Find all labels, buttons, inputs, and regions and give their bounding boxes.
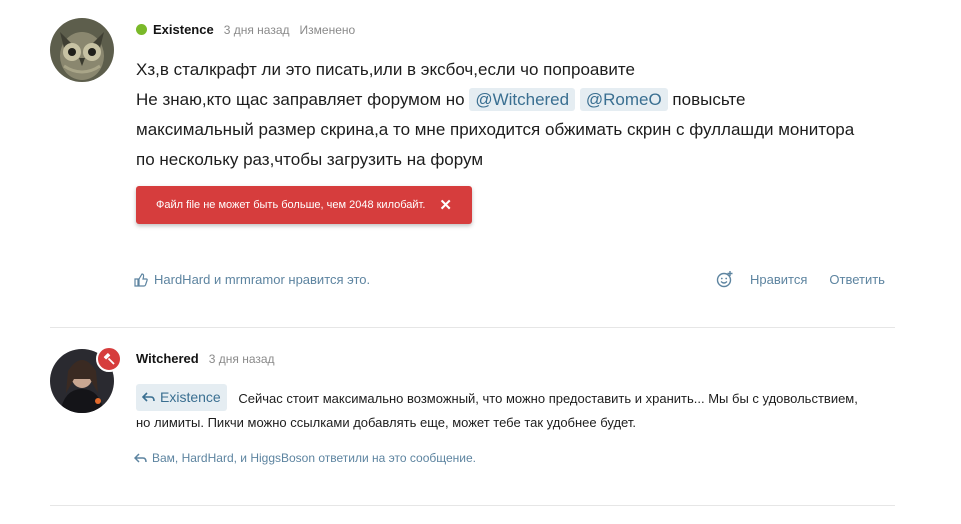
mention-witchered[interactable]: @Witchered	[469, 88, 576, 111]
thumbs-up-icon	[134, 272, 148, 287]
owl-avatar-image	[50, 18, 114, 82]
post-actions: Нравится Ответить	[716, 270, 885, 288]
post-line: Хз,в сталкрафт ли это писать,или в эксбо…	[136, 60, 635, 79]
replies-summary: Вам, HardHard, и HiggsBoson ответили на …	[134, 451, 476, 465]
author-name[interactable]: Existence	[153, 22, 214, 37]
hammer-icon	[103, 353, 115, 365]
online-status-icon	[136, 24, 147, 35]
like-button[interactable]: Нравится	[750, 272, 807, 287]
edited-link[interactable]: Изменено	[300, 23, 356, 37]
reply-arrow-icon	[134, 452, 147, 463]
post-body: Хз,в сталкрафт ли это писать,или в эксбо…	[136, 55, 854, 175]
post-divider	[50, 327, 895, 328]
author-name[interactable]: Witchered	[136, 351, 199, 366]
moderator-badge	[96, 346, 122, 372]
post-text: Не знаю,кто щас заправляет форумом но	[136, 90, 465, 109]
post-text: повысьте	[672, 90, 746, 109]
post-time[interactable]: 3 дня назад	[209, 352, 275, 366]
post-line: по нескольку раз,чтобы загрузить на фору…	[136, 150, 484, 169]
post-time[interactable]: 3 дня назад	[224, 23, 290, 37]
post-body: Existence Сейчас стоит максимально возмо…	[136, 384, 906, 434]
post-header: Witchered 3 дня назад	[136, 351, 285, 366]
close-icon[interactable]: ✕	[439, 198, 452, 213]
quote-author: Existence	[160, 389, 221, 405]
mention-romeo[interactable]: @RomeO	[579, 88, 668, 111]
reply-arrow-icon	[142, 392, 155, 402]
post-divider	[50, 505, 895, 506]
upload-error-notice: Файл file не может быть больше, чем 2048…	[136, 186, 472, 224]
avatar-existence[interactable]	[50, 18, 114, 82]
error-message: Файл file не может быть больше, чем 2048…	[155, 199, 426, 211]
likes-summary: HardHard и mrmramor нравится это.	[134, 272, 370, 287]
post-header: Existence 3 дня назад Изменено	[136, 22, 365, 37]
post-line: Existence Сейчас стоит максимально возмо…	[136, 384, 906, 411]
reply-button[interactable]: Ответить	[829, 272, 885, 287]
post-text: Сейчас стоит максимально возможный, что …	[238, 391, 858, 406]
quote-reference[interactable]: Existence	[136, 384, 227, 411]
replies-text[interactable]: Вам, HardHard, и HiggsBoson ответили на …	[152, 451, 476, 465]
likes-text[interactable]: HardHard и mrmramor нравится это.	[154, 272, 370, 287]
add-reaction-icon[interactable]	[716, 270, 734, 288]
post-line: Не знаю,кто щас заправляет форумом но @W…	[136, 85, 854, 115]
post-line: но лимиты. Пикчи можно ссылками добавлят…	[136, 415, 636, 430]
post-line: максимальный размер скрина,а то мне прих…	[136, 120, 855, 139]
